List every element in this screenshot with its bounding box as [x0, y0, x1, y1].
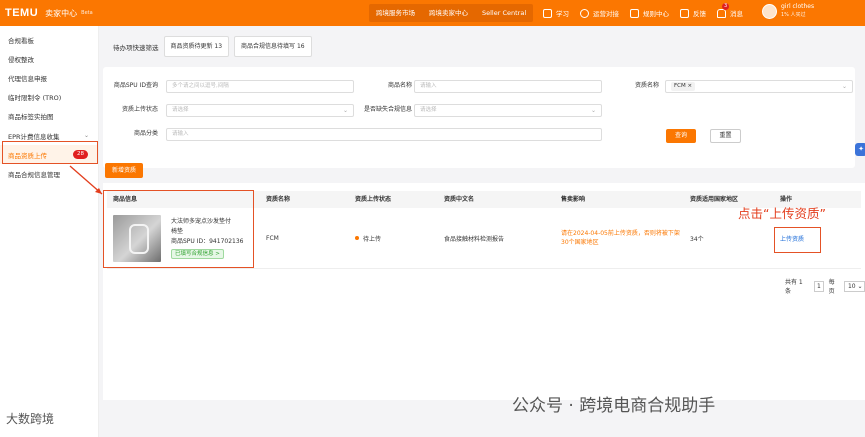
pagination: 共有 1 条 1 每页 10 ⌄ — [785, 277, 865, 295]
top-header: TEMU 卖家中心 Beta 跨境服务市场 跨境卖家中心 Seller Cent… — [0, 0, 865, 26]
chevron-down-icon: ⌄ — [83, 132, 89, 140]
annotation-click-upload: 点击“上传资质” — [738, 206, 826, 221]
highlight-product-box — [103, 190, 254, 268]
qual-tag[interactable]: FCM × — [671, 82, 696, 91]
total-count: 共有 1 条 — [785, 279, 803, 295]
chevron-down-icon: ⌄ — [841, 83, 847, 90]
feedback-icon — [680, 8, 689, 18]
ops-link[interactable]: 运营对接 — [580, 8, 619, 18]
cell-qual-cn: 食品接触材料检测报告 — [438, 208, 555, 269]
per-page-label: 每页 — [828, 279, 835, 295]
cell-upload-status: 待上传 — [349, 208, 438, 269]
filter-panel: 商品SPU ID查询 多个请之间以逗号,间隔 商品名称 请输入 资质名称 FCM… — [103, 67, 855, 168]
cell-qual-name: FCM — [260, 208, 349, 269]
tab-seller-central[interactable]: Seller Central — [475, 4, 533, 22]
cell-impact: 请在2024-04-05前上传资质，否则将被下架30个国家地区 — [555, 208, 684, 269]
quick-filter-label: 待办项快速筛选 — [113, 43, 159, 52]
rules-label: 规则中心 — [643, 10, 669, 18]
col-qual-cn: 资质中文名 — [438, 191, 555, 208]
sidebar-item-label: EPR计费信息收集 — [8, 132, 60, 141]
feedback-link[interactable]: 反馈 — [680, 8, 706, 18]
messages-label: 消息 — [730, 10, 743, 18]
regions-value[interactable]: 34个 — [690, 234, 704, 243]
temu-logo[interactable]: TEMU — [5, 7, 38, 19]
quick-filter: 待办项快速筛选 商品资质待更新 13 商品合规信息待填写 16 — [103, 36, 317, 57]
rules-icon — [630, 8, 639, 18]
sidebar-item-dashboard[interactable]: 合规看板 — [0, 30, 98, 49]
col-upload-status: 资质上传状态 — [349, 191, 438, 208]
header-links: 学习 运营对接 规则中心 反馈 3 消息 — [543, 0, 754, 26]
feedback-label: 反馈 — [693, 10, 706, 18]
per-page-value: 10 — [847, 282, 856, 290]
upload-status-label: 资质上传状态 — [121, 106, 158, 113]
impact-text: 请在2024-04-05前上传资质，否则将被下架30个国家地区 — [561, 230, 680, 246]
user-name: girl clothes — [781, 3, 815, 10]
sidebar-item-tro[interactable]: 临时限制令 (TRO) — [0, 88, 98, 107]
highlight-action-box — [774, 227, 821, 253]
reset-button[interactable]: 重置 — [710, 129, 741, 143]
qual-select[interactable]: FCM × ⌄ — [665, 80, 853, 93]
sidebar-item-infringement[interactable]: 侵权整改 — [0, 49, 98, 68]
header-tabs: 跨境服务市场 跨境卖家中心 Seller Central — [369, 4, 534, 22]
learn-label: 学习 — [556, 10, 569, 18]
missing-label: 是否缺失合规信息 — [363, 106, 412, 113]
add-qualification-button[interactable]: 新增资质 — [105, 163, 143, 178]
upload-status-select[interactable]: 请选择 ⌄ — [166, 104, 354, 117]
sidebar-item-label: 合规看板 — [8, 36, 34, 45]
ops-label: 运营对接 — [593, 10, 619, 18]
annotation-arrow — [69, 165, 103, 195]
tab-seller-center[interactable]: 跨境卖家中心 — [422, 4, 475, 22]
query-button[interactable]: 查询 — [666, 129, 696, 143]
chip-compliance-pending[interactable]: 商品合规信息待填写 16 — [234, 36, 312, 57]
category-label: 商品分类 — [133, 130, 158, 137]
chevron-down-icon: ⌄ — [590, 107, 596, 114]
spu-label: 商品SPU ID查询 — [113, 82, 158, 89]
beta-label: Beta — [81, 10, 93, 16]
user-menu[interactable]: girl clothes 1% 人买过 — [762, 3, 814, 19]
message-count: 3 — [722, 3, 730, 10]
sidebar-item-label: 代理信息申报 — [8, 74, 47, 83]
sidebar-item-agent-info[interactable]: 代理信息申报 — [0, 68, 98, 87]
sidebar-item-label: 临时限制令 (TRO) — [8, 94, 62, 103]
book-icon — [543, 8, 552, 18]
learn-link[interactable]: 学习 — [543, 8, 569, 18]
per-page-select[interactable]: 10 ⌄ — [843, 280, 865, 292]
qual-label: 资质名称 — [634, 82, 659, 89]
messages-link[interactable]: 3 消息 — [717, 3, 743, 18]
sidebar-item-label: 侵权整改 — [8, 55, 34, 64]
user-sub: 1% 人买过 — [781, 12, 806, 18]
sidebar-item-label: 商品标签实拍图 — [8, 113, 54, 122]
status-dot — [355, 236, 359, 240]
name-input[interactable]: 请输入 — [414, 80, 602, 93]
name-label: 商品名称 — [387, 82, 412, 89]
category-input[interactable]: 请输入 — [166, 128, 602, 141]
qual-cn-value: 食品接触材料检测报告 — [444, 235, 505, 243]
qual-name-value: FCM — [266, 234, 279, 242]
sidebar: 合规看板 侵权整改 代理信息申报 临时限制令 (TRO) 商品标签实拍图 EPR… — [0, 26, 99, 437]
avatar — [762, 3, 777, 19]
app-name: 卖家中心 — [45, 8, 78, 18]
sidebar-item-label-photos[interactable]: 商品标签实拍图 — [0, 107, 98, 126]
chip-qual-pending[interactable]: 商品资质待更新 13 — [163, 36, 230, 57]
missing-select[interactable]: 请选择 ⌄ — [414, 104, 602, 117]
floating-tool-icon[interactable]: ✦ — [855, 143, 865, 156]
rules-link[interactable]: 规则中心 — [630, 8, 669, 18]
status-value: 待上传 — [363, 235, 382, 243]
page-number[interactable]: 1 — [814, 280, 824, 292]
headset-icon — [580, 8, 589, 18]
spu-input[interactable]: 多个请之间以逗号,间隔 — [166, 80, 354, 93]
highlight-sidebar-box — [2, 141, 98, 164]
sidebar-item-label: 商品合规信息管理 — [8, 170, 60, 179]
col-qual-name: 资质名称 — [260, 191, 349, 208]
missing-placeholder: 请选择 — [420, 107, 437, 113]
watermark-right: 公众号 · 跨境电商合规助手 — [512, 396, 716, 416]
tab-service-market[interactable]: 跨境服务市场 — [369, 4, 422, 22]
watermark-left: 大数跨境 — [6, 412, 55, 426]
col-impact: 售卖影响 — [555, 191, 684, 208]
upload-status-placeholder: 请选择 — [172, 107, 189, 113]
